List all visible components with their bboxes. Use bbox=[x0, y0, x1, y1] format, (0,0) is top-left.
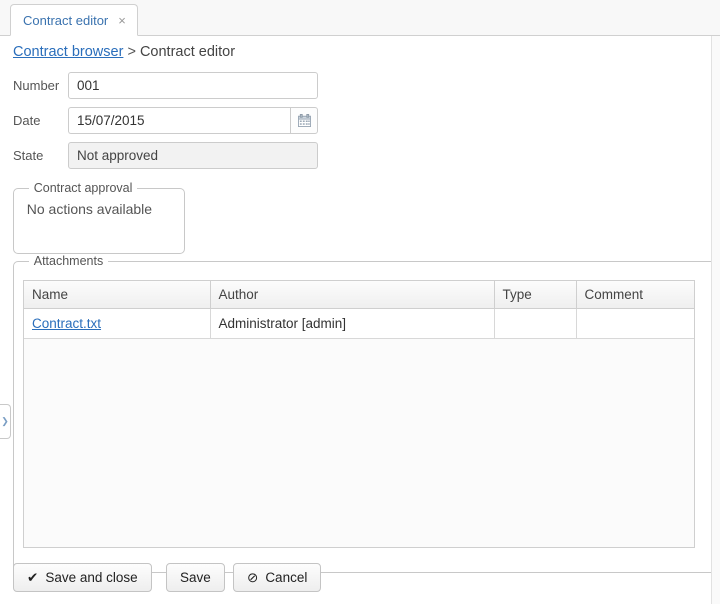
breadcrumb-link-contract-browser[interactable]: Contract browser bbox=[13, 44, 123, 60]
contract-approval-message: No actions available bbox=[24, 200, 174, 217]
attachments-panel: Attachments Name Author Type Comment bbox=[13, 254, 720, 573]
column-header-comment[interactable]: Comment bbox=[576, 281, 694, 309]
save-and-close-label: Save and close bbox=[45, 570, 137, 585]
label-number: Number bbox=[13, 78, 68, 93]
table-row[interactable]: Contract.txt Administrator [admin] bbox=[24, 309, 694, 339]
column-header-name[interactable]: Name bbox=[24, 281, 210, 309]
breadcrumb: Contract browser > Contract editor bbox=[13, 44, 235, 60]
tab-bar: Contract editor × bbox=[0, 0, 720, 36]
tab-contract-editor[interactable]: Contract editor × bbox=[10, 4, 138, 36]
state-input bbox=[68, 142, 318, 169]
check-icon: ✔ bbox=[27, 570, 38, 586]
cell-type bbox=[494, 309, 576, 339]
ban-icon: ⊘ bbox=[247, 570, 258, 586]
column-header-type[interactable]: Type bbox=[494, 281, 576, 309]
cell-name: Contract.txt bbox=[24, 309, 210, 339]
editor-content: Contract browser > Contract editor Numbe… bbox=[0, 36, 720, 604]
cell-author: Administrator [admin] bbox=[210, 309, 494, 339]
contract-approval-panel: Contract approval No actions available bbox=[13, 181, 185, 254]
close-icon[interactable]: × bbox=[118, 14, 126, 27]
attachments-table: Name Author Type Comment Contract.txt Ad… bbox=[24, 281, 694, 339]
date-input[interactable] bbox=[68, 107, 290, 134]
contract-approval-legend: Contract approval bbox=[29, 181, 138, 195]
label-state: State bbox=[13, 148, 68, 163]
calendar-icon[interactable] bbox=[290, 107, 318, 134]
attachments-table-wrapper[interactable]: Name Author Type Comment Contract.txt Ad… bbox=[23, 280, 695, 548]
attachment-link[interactable]: Contract.txt bbox=[32, 316, 101, 331]
tab-label: Contract editor bbox=[23, 13, 108, 28]
cancel-label: Cancel bbox=[265, 570, 307, 585]
save-button[interactable]: Save bbox=[166, 563, 225, 592]
cancel-button[interactable]: ⊘ Cancel bbox=[233, 563, 321, 592]
field-state: State bbox=[13, 142, 318, 169]
save-label: Save bbox=[180, 570, 211, 585]
right-rail bbox=[711, 36, 720, 604]
label-date: Date bbox=[13, 113, 68, 128]
chevron-right-icon: ❯ bbox=[1, 416, 9, 427]
save-and-close-button[interactable]: ✔ Save and close bbox=[13, 563, 152, 592]
sidebar-expand-handle[interactable]: ❯ bbox=[0, 404, 11, 439]
breadcrumb-separator: > bbox=[127, 44, 135, 60]
breadcrumb-current: Contract editor bbox=[140, 44, 235, 60]
field-number: Number bbox=[13, 72, 318, 99]
field-date: Date bbox=[13, 107, 318, 134]
cell-comment bbox=[576, 309, 694, 339]
column-header-author[interactable]: Author bbox=[210, 281, 494, 309]
table-header-row: Name Author Type Comment bbox=[24, 281, 694, 309]
attachments-legend: Attachments bbox=[29, 254, 108, 268]
number-input[interactable] bbox=[68, 72, 318, 99]
